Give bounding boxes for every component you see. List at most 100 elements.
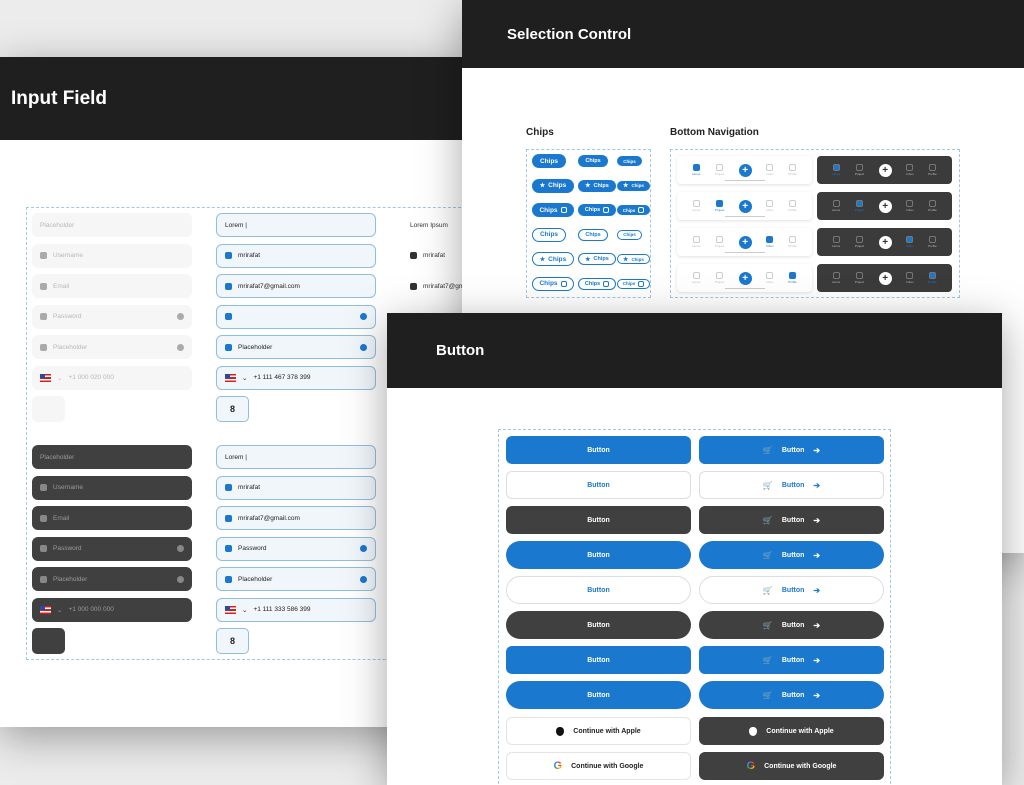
eye-icon[interactable] [360,313,367,320]
continue-with-apple-button[interactable]: Continue with Apple [699,717,884,745]
nav-item-project[interactable]: Project [715,272,724,284]
continue-with-google-button[interactable]: G Continue with Google [506,752,691,780]
nav-item-home[interactable]: Home [692,236,700,248]
chip[interactable]: Chips [578,155,608,167]
button[interactable]: Button [506,541,691,569]
nav-item-inbox[interactable]: Inbox [906,164,914,176]
close-icon[interactable] [603,207,610,213]
input-field[interactable]: Password [32,304,192,329]
close-icon[interactable] [638,280,645,287]
input-field[interactable]: Placeholder [32,445,192,469]
chip[interactable]: Chips [532,276,574,291]
nav-item-home[interactable]: Home [692,272,700,284]
chevron-down-icon[interactable]: ⌄ [242,606,247,614]
input-field[interactable]: mrirafat7@gmail.com [216,506,376,530]
nav-item-profile[interactable]: Profile [788,272,797,284]
dropdown-arrow-icon[interactable] [177,343,184,351]
button[interactable]: Button [506,611,691,639]
input-field[interactable]: Password [32,536,192,561]
input-field[interactable]: Email [32,506,192,530]
chip[interactable]: ★ Chips [617,180,650,191]
nav-item-home[interactable]: Home [832,164,840,176]
nav-item-project[interactable]: Project [855,236,864,248]
continue-with-google-button[interactable]: G Continue with Google [699,752,884,780]
eye-icon[interactable] [177,545,184,552]
input-field[interactable]: Placeholder [32,213,192,237]
close-icon[interactable] [560,280,567,287]
chip[interactable]: ★ Chips [578,253,616,265]
input-field[interactable]: Email [32,274,192,298]
input-field[interactable]: Password [216,536,376,561]
otp-input[interactable] [32,396,65,422]
continue-with-apple-button[interactable]: Continue with Apple [506,717,691,745]
add-button[interactable]: + [738,271,752,285]
chevron-down-icon[interactable]: ⌄ [57,606,62,614]
nav-item-project[interactable]: Project [855,272,864,284]
input-field[interactable]: ⌄ +1 111 333 586 399 [216,597,376,622]
chip[interactable]: Chips [532,154,566,168]
chip[interactable]: Chips [617,156,642,166]
icon-button[interactable]: 🛒 Button ➔ [699,576,884,604]
button[interactable]: Button [506,436,691,464]
nav-item-inbox[interactable]: Inbox [766,200,774,212]
nav-item-profile[interactable]: Profile [928,272,937,284]
button[interactable]: Button [506,471,691,499]
close-icon[interactable] [638,207,645,213]
chip[interactable]: ★ Chips [532,178,574,193]
otp-input[interactable]: 8 [216,396,249,422]
input-field[interactable]: Placeholder [216,567,376,591]
close-icon[interactable] [560,207,567,213]
nav-item-profile[interactable]: Profile [928,200,937,212]
add-button[interactable]: + [738,163,752,177]
add-button[interactable]: + [878,271,892,285]
icon-button[interactable]: 🛒 Button ➔ [699,506,884,534]
nav-item-inbox[interactable]: Inbox [766,164,774,176]
chip[interactable]: ★ Chips [532,252,574,266]
button[interactable]: Button [506,506,691,534]
input-field[interactable]: ⌄ +1 000 000 000 [32,597,192,622]
eye-icon[interactable] [360,545,367,552]
dropdown-arrow-icon[interactable] [360,343,367,351]
input-field[interactable]: Placeholder [32,335,192,359]
nav-item-home[interactable]: Home [692,200,700,212]
close-icon[interactable] [603,280,610,287]
nav-item-project[interactable]: Project [715,236,724,248]
eye-icon[interactable] [177,313,184,320]
input-field[interactable]: Lorem | [216,213,376,237]
nav-item-project[interactable]: Project [715,164,724,176]
icon-button[interactable]: 🛒 Button ➔ [699,471,884,499]
add-button[interactable]: + [878,235,892,249]
icon-button[interactable]: 🛒 Button ➔ [699,436,884,464]
nav-item-home[interactable]: Home [832,200,840,212]
nav-item-profile[interactable]: Profile [788,236,797,248]
chevron-down-icon[interactable]: ⌄ [242,374,247,382]
nav-item-home[interactable]: Home [692,164,700,176]
input-field[interactable]: Username [32,475,192,500]
nav-item-profile[interactable]: Profile [788,200,797,212]
dropdown-arrow-icon[interactable] [177,575,184,583]
nav-item-inbox[interactable]: Inbox [766,236,774,248]
icon-button[interactable]: 🛒 Button ➔ [699,541,884,569]
icon-button[interactable]: 🛒 Button ➔ [699,646,884,674]
button[interactable]: Button [506,646,691,674]
otp-input[interactable] [32,628,65,654]
nav-item-project[interactable]: Project [715,200,724,212]
chip[interactable]: Chips [617,229,642,240]
button[interactable]: Button [506,576,691,604]
chevron-down-icon[interactable]: ⌄ [57,374,62,382]
icon-button[interactable]: 🛒 Button ➔ [699,611,884,639]
add-button[interactable]: + [738,235,752,249]
nav-item-inbox[interactable]: Inbox [906,200,914,212]
input-field[interactable]: mrirafat [216,475,376,500]
add-button[interactable]: + [878,199,892,213]
input-field[interactable]: Placeholder [216,335,376,359]
chip[interactable]: Chips [578,277,616,290]
icon-button[interactable]: 🛒 Button ➔ [699,681,884,709]
nav-item-inbox[interactable]: Inbox [766,272,774,284]
otp-input[interactable]: 8 [216,628,249,654]
nav-item-profile[interactable]: Profile [928,164,937,176]
chip[interactable]: Chips [532,227,566,242]
chip[interactable]: ★ Chips [617,254,650,264]
input-field[interactable]: Lorem | [216,445,376,469]
input-field[interactable]: Placeholder [32,567,192,591]
